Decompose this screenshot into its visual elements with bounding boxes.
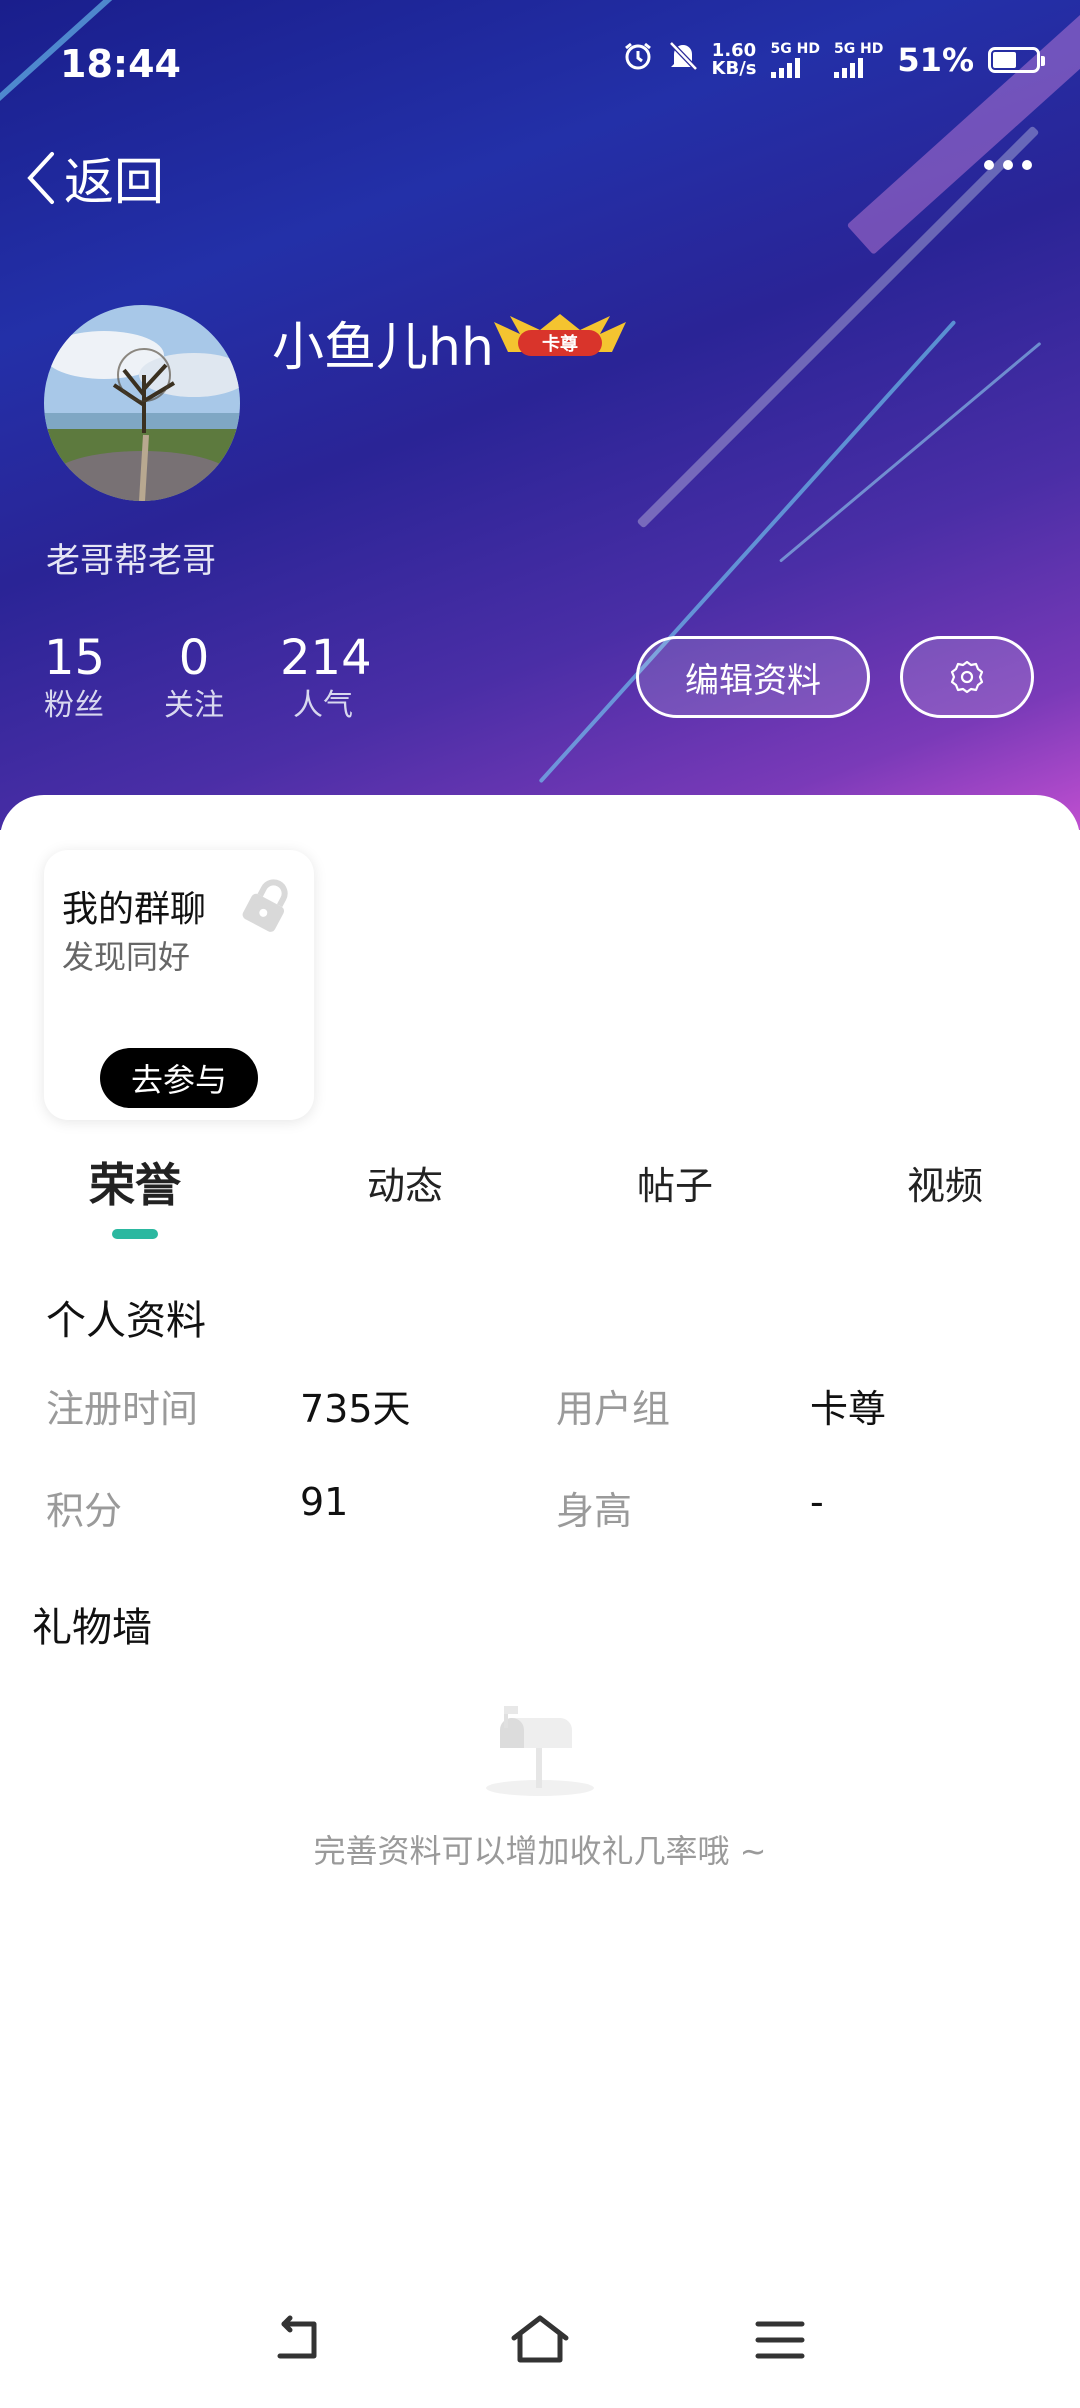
group-card-title: 我的群聊 — [62, 889, 207, 930]
edit-profile-button[interactable]: 编辑资料 — [636, 636, 870, 718]
gear-icon — [950, 660, 984, 694]
chevron-left-icon — [27, 152, 54, 204]
stat-value: 214 — [280, 630, 372, 686]
info-value: - — [810, 1480, 824, 1524]
info-label: 用户组 — [556, 1387, 671, 1431]
tab-posts[interactable]: 帖子 — [637, 1155, 713, 1210]
stat-label: 关注 — [164, 688, 224, 723]
info-value: 91 — [300, 1480, 349, 1524]
stat-popularity[interactable]: 214 人气 — [280, 630, 372, 726]
group-chat-card[interactable]: 我的群聊 发现同好 去参与 — [44, 850, 314, 1120]
info-value: 卡尊 — [810, 1387, 887, 1431]
info-value: 735天 — [300, 1387, 411, 1431]
back-label: 返回 — [64, 153, 164, 211]
tab-indicator — [112, 1229, 158, 1239]
alarm-icon — [622, 40, 654, 79]
info-label: 注册时间 — [46, 1387, 199, 1431]
avatar[interactable] — [44, 305, 240, 501]
settings-button[interactable] — [900, 636, 1034, 718]
stat-value: 0 — [178, 630, 210, 686]
group-card-subtitle: 发现同好 — [62, 938, 191, 976]
signal-icon: 5G HD — [770, 42, 820, 78]
more-icon[interactable] — [984, 160, 1032, 170]
tab-videos[interactable]: 视频 — [907, 1155, 983, 1210]
info-label: 身高 — [556, 1489, 633, 1533]
status-icons: 1.60 KB/s 5G HD 5G HD 51% — [622, 39, 1045, 79]
menu-nav-icon[interactable] — [752, 2312, 808, 2372]
stat-label: 人气 — [293, 688, 353, 723]
light-streak — [636, 125, 1040, 529]
gift-wall-title: 礼物墙 — [32, 1605, 152, 1651]
system-nav-bar — [0, 2300, 1080, 2390]
vip-badge: 卡尊 — [490, 312, 630, 366]
tab-honor[interactable]: 荣誉 — [89, 1149, 181, 1215]
signal-icon: 5G HD — [833, 42, 883, 78]
stat-fans[interactable]: 15 粉丝 — [44, 630, 106, 726]
lock-icon — [238, 874, 298, 938]
empty-state-text: 完善资料可以增加收礼几率哦 ~ — [313, 1832, 767, 1870]
info-label: 积分 — [46, 1489, 123, 1533]
mailbox-icon — [484, 1700, 596, 1804]
username: 小鱼儿hh — [272, 318, 494, 378]
tab-bar: 荣誉 动态 帖子 视频 — [0, 1155, 1080, 1235]
status-bar: 18:44 1.60 KB/s 5G HD 5G HD 51% — [0, 38, 1080, 94]
back-nav-icon[interactable] — [270, 2312, 326, 2372]
battery-percent: 51% — [897, 40, 974, 79]
back-button[interactable]: 返回 — [24, 142, 164, 214]
stat-value: 15 — [44, 630, 106, 686]
signature: 老哥帮老哥 — [46, 541, 216, 581]
mute-icon — [668, 40, 698, 79]
net-speed: 1.60 KB/s — [711, 39, 757, 79]
join-button[interactable]: 去参与 — [100, 1048, 258, 1108]
status-time: 18:44 — [60, 42, 181, 86]
home-nav-icon[interactable] — [510, 2312, 570, 2372]
light-streak — [779, 341, 1042, 563]
badge-text: 卡尊 — [542, 333, 578, 355]
personal-info-title: 个人资料 — [46, 1298, 206, 1344]
stat-label: 粉丝 — [44, 688, 104, 723]
stat-following[interactable]: 0 关注 — [164, 630, 224, 726]
tab-activity[interactable]: 动态 — [367, 1155, 443, 1210]
battery-icon — [988, 46, 1045, 73]
